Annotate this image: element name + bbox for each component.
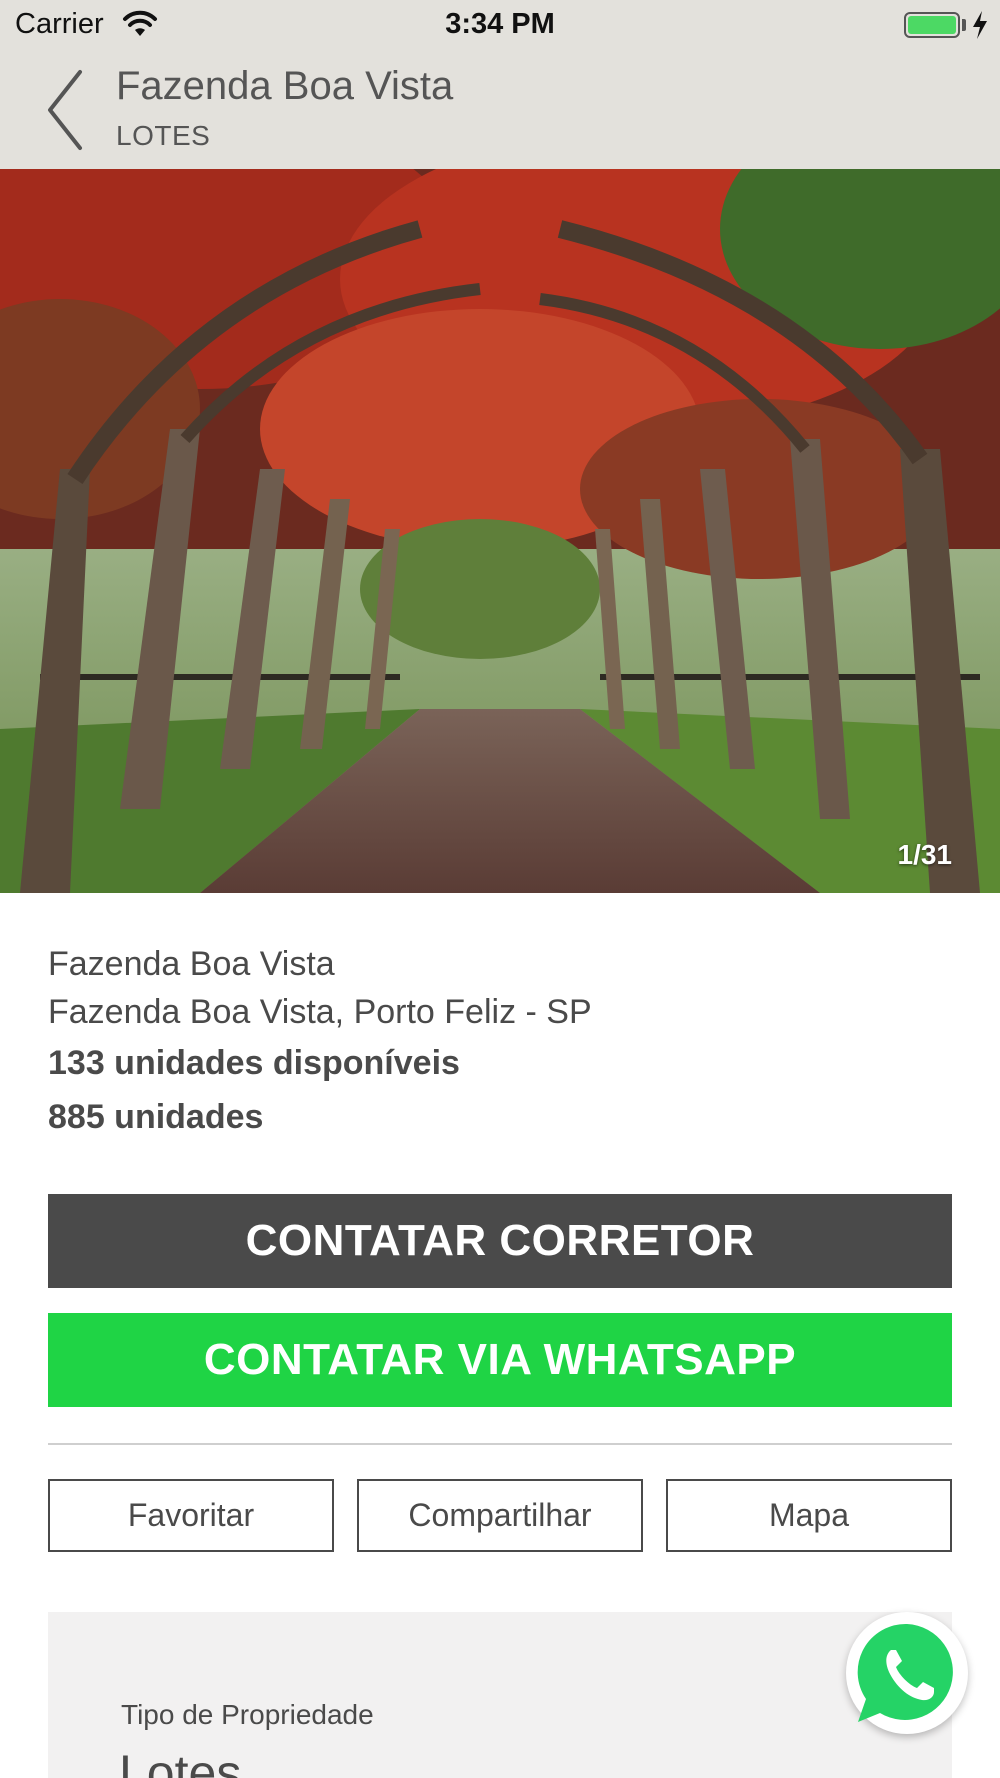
contact-whatsapp-button[interactable]: CONTATAR VIA WHATSAPP: [48, 1313, 952, 1407]
status-bar: Carrier 3:34 PM: [0, 0, 1000, 50]
total-units: 885 unidades: [48, 1098, 264, 1136]
contact-broker-button[interactable]: CONTATAR CORRETOR: [48, 1194, 952, 1288]
page-title: Fazenda Boa Vista: [116, 64, 454, 108]
property-type-label: Tipo de Propriedade: [121, 1699, 374, 1730]
property-name: Fazenda Boa Vista: [48, 945, 335, 983]
charging-bolt-icon: [973, 11, 987, 39]
page-subtitle: LOTES: [116, 120, 211, 151]
top-bar: Carrier 3:34 PM Fazenda Boa Vista LOTES: [0, 0, 1000, 169]
property-details: Fazenda Boa Vista Fazenda Boa Vista, Por…: [48, 940, 952, 1144]
photo-counter: 1/31: [897, 839, 953, 870]
whatsapp-icon: [857, 1623, 953, 1722]
map-button[interactable]: Mapa: [666, 1479, 952, 1552]
battery-tip: [962, 19, 966, 31]
tree-avenue-photo: [0, 169, 1000, 893]
property-type-value: Lotes: [119, 1745, 242, 1778]
divider: [48, 1443, 952, 1445]
battery-icon: [904, 12, 960, 38]
whatsapp-floating-button[interactable]: [846, 1612, 968, 1734]
photo-gallery[interactable]: 1/31: [0, 169, 1000, 893]
property-type-panel: Tipo de Propriedade Lotes: [48, 1612, 952, 1778]
share-button[interactable]: Compartilhar: [357, 1479, 643, 1552]
property-address: Fazenda Boa Vista, Porto Feliz - SP: [48, 993, 592, 1031]
available-units: 133 unidades disponíveis: [48, 1044, 460, 1082]
clock: 3:34 PM: [445, 8, 555, 40]
back-chevron-icon[interactable]: [44, 68, 88, 152]
favorite-button[interactable]: Favoritar: [48, 1479, 334, 1552]
